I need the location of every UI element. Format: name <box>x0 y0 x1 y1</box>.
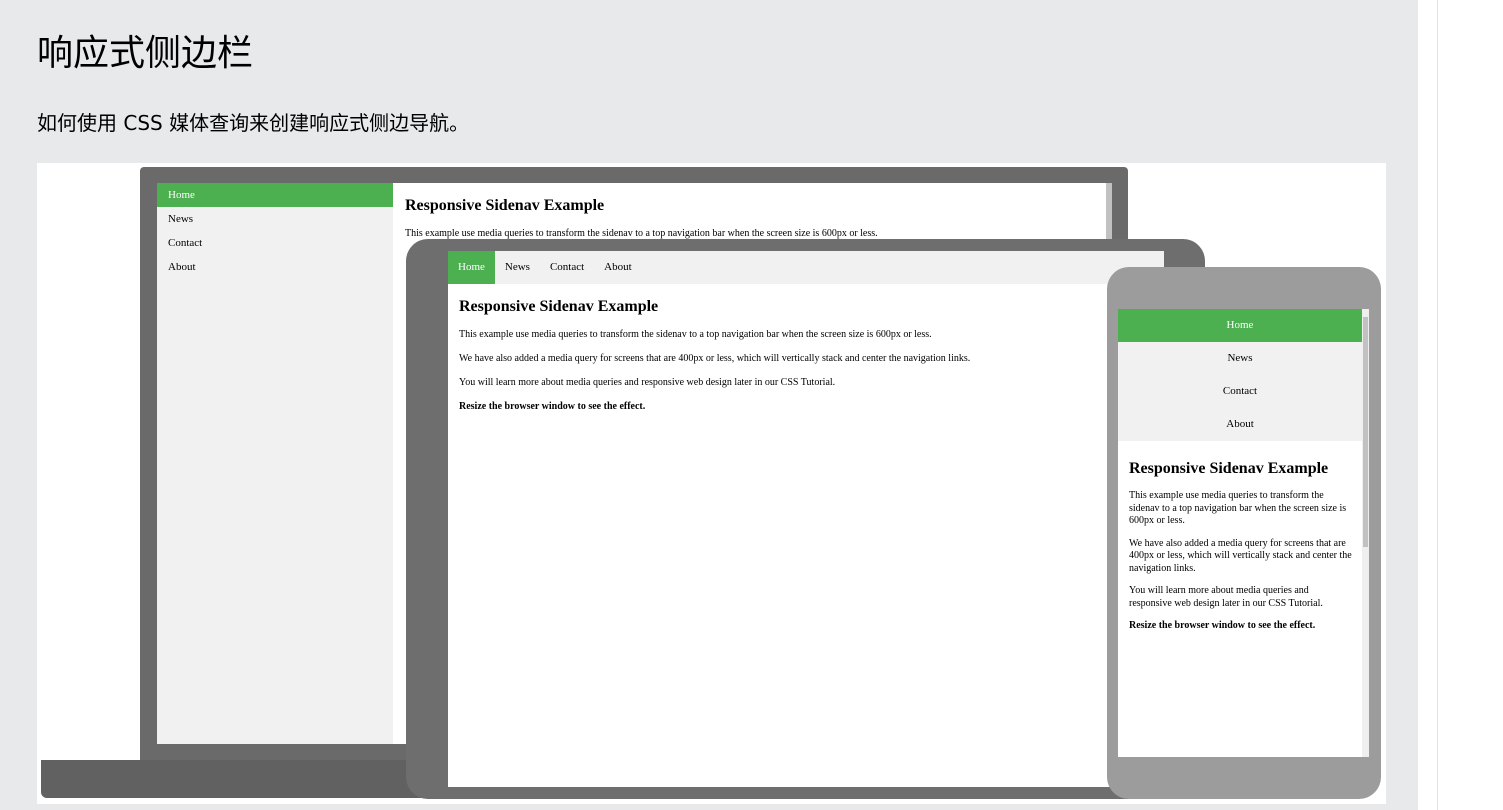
phone-paragraph-4: Resize the browser window to see the eff… <box>1129 620 1316 631</box>
main-panel: 响应式侧边栏 如何使用 CSS 媒体查询来创建响应式侧边导航。 Home New… <box>0 0 1418 810</box>
phone-nav-home: Home <box>1118 309 1362 342</box>
laptop-heading: Responsive Sidenav Example <box>405 197 605 214</box>
tablet-topnav: Home News Contact About <box>448 251 1164 284</box>
laptop-nav-home: Home <box>157 183 393 207</box>
phone-nav-contact: Contact <box>1222 385 1258 397</box>
phone-scrollbar <box>1362 309 1369 757</box>
laptop-nav-contact: Contact <box>168 237 203 249</box>
phone-paragraph-1: This example use media queries to transf… <box>1129 490 1347 526</box>
tablet-paragraph-1: This example use media queries to transf… <box>459 329 932 340</box>
column-divider <box>1437 0 1438 810</box>
tablet-paragraph-2: We have also added a media query for scr… <box>459 353 971 364</box>
phone-heading: Responsive Sidenav Example <box>1129 460 1329 477</box>
phone-nav-news: News <box>1227 352 1253 364</box>
responsive-devices-image: Home News Contact About Responsive Siden… <box>37 163 1386 804</box>
laptop-nav-about: About <box>168 261 196 273</box>
phone-nav-about: About <box>1226 418 1254 430</box>
phone-paragraph-2: We have also added a media query for scr… <box>1129 537 1352 574</box>
tablet-content: Responsive Sidenav Example This example … <box>459 298 1099 424</box>
tablet-nav-contact: Contact <box>549 261 585 273</box>
page-title: 响应式侧边栏 <box>37 33 254 74</box>
phone-content: Responsive Sidenav Example This example … <box>1129 460 1353 643</box>
tablet-paragraph-3: You will learn more about media queries … <box>459 377 836 388</box>
tablet-paragraph-4: Resize the browser window to see the eff… <box>459 401 646 412</box>
phone-screen: Home News Contact About Responsive Siden… <box>1118 309 1369 757</box>
right-column <box>1418 0 1503 810</box>
tablet-heading: Responsive Sidenav Example <box>459 298 659 315</box>
page-description: 如何使用 CSS 媒体查询来创建响应式侧边导航。 <box>37 111 470 135</box>
laptop-sidenav: Home News Contact About <box>157 183 393 744</box>
tablet-nav-about: About <box>604 261 632 273</box>
tablet-nav-news: News <box>504 261 530 273</box>
phone-nav: Home News Contact About <box>1118 309 1362 441</box>
phone-scrollbar-thumb <box>1363 317 1368 547</box>
tablet-nav-home: Home <box>448 251 495 284</box>
laptop-nav-news: News <box>168 213 194 225</box>
tablet-screen: Home News Contact About Responsive Siden… <box>448 251 1164 787</box>
laptop-content: Responsive Sidenav Example This example … <box>405 197 1105 241</box>
phone-paragraph-3: You will learn more about media queries … <box>1129 585 1323 609</box>
